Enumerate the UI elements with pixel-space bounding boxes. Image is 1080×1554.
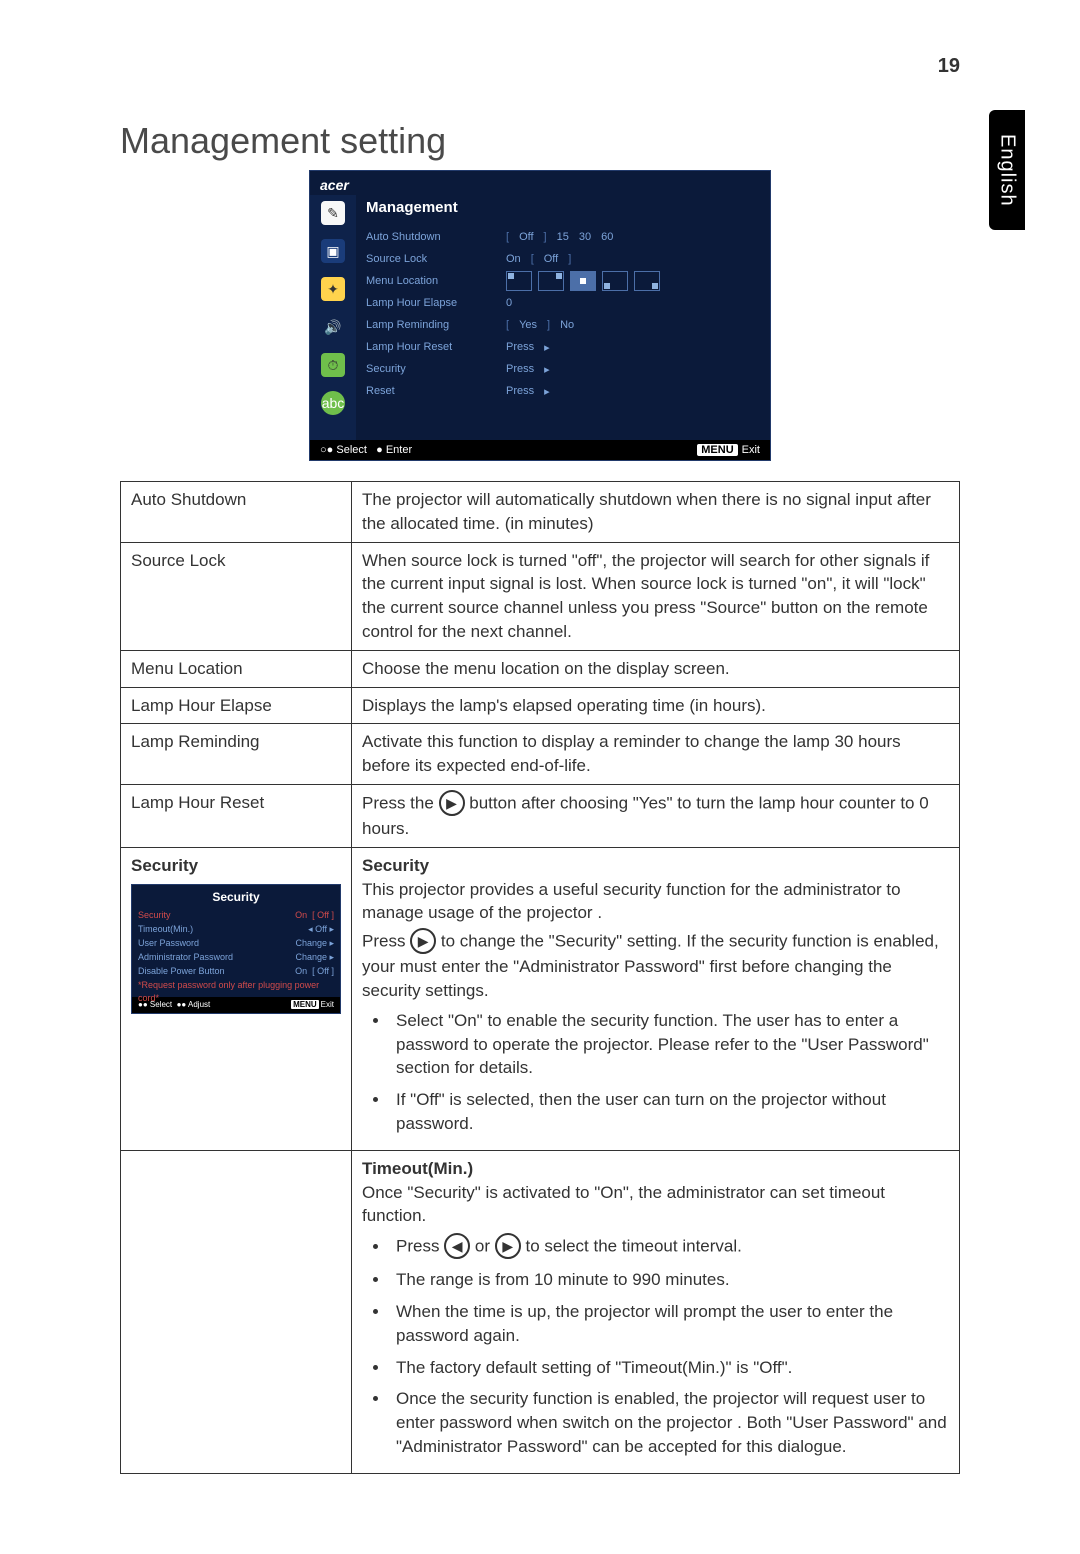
osd-row-label: Lamp Reminding <box>366 319 506 331</box>
right-arrow-icon: ▶ <box>495 1233 521 1259</box>
color-icon: ▣ <box>321 239 345 263</box>
cell-desc: Displays the lamp's elapsed operating ti… <box>352 687 960 724</box>
cell-desc: Press the ▶ button after choosing "Yes" … <box>352 784 960 847</box>
osd-brand: acer <box>310 171 770 195</box>
osd-row-label: Auto Shutdown <box>366 231 506 243</box>
image-icon: ✎ <box>321 201 345 225</box>
list-item: When the time is up, the projector will … <box>390 1300 949 1348</box>
osd-row-label: Lamp Hour Elapse <box>366 297 506 309</box>
osd-row-value: 0 <box>506 297 512 309</box>
list-item: Select "On" to enable the security funct… <box>390 1009 949 1080</box>
cell-label: Security Security SecurityOn [ Off ] Tim… <box>121 847 352 1150</box>
right-arrow-icon: ▶ <box>439 790 465 816</box>
page-number: 19 <box>938 55 960 78</box>
osd-management-menu: acer ✎ ▣ ✦ 🔊 ⏱ abc Management Auto Shutd… <box>309 170 771 461</box>
left-arrow-icon: ◀ <box>444 1233 470 1259</box>
list-item: If "Off" is selected, then the user can … <box>390 1088 949 1136</box>
osd-row-label: Lamp Hour Reset <box>366 341 506 353</box>
osd-row-value: [Yes]No <box>506 319 574 331</box>
osd-row-label: Security <box>366 363 506 375</box>
osd-footer: ○● Select ● Enter MENUExit <box>310 440 770 460</box>
osd-menu-location <box>506 271 660 291</box>
timer-icon: ⏱ <box>321 353 345 377</box>
cell-desc: Choose the menu location on the display … <box>352 650 960 687</box>
osd-heading: Management <box>366 199 760 216</box>
cell-label: Lamp Hour Reset <box>121 784 352 847</box>
osd-row-value: Press▸ <box>506 385 550 398</box>
osd-row-value: Press▸ <box>506 363 550 376</box>
audio-icon: 🔊 <box>321 315 345 339</box>
osd-security-submenu: Security SecurityOn [ Off ] Timeout(Min.… <box>131 884 341 1014</box>
cell-label: Source Lock <box>121 542 352 650</box>
cell-label: Auto Shutdown <box>121 482 352 543</box>
cell-desc: Activate this function to display a remi… <box>352 724 960 785</box>
list-item: Once the security function is enabled, t… <box>390 1387 949 1458</box>
cell-desc: The projector will automatically shutdow… <box>352 482 960 543</box>
cell-desc: Timeout(Min.) Once "Security" is activat… <box>352 1150 960 1473</box>
cell-label: Menu Location <box>121 650 352 687</box>
cell-desc: Security This projector provides a usefu… <box>352 847 960 1150</box>
page-title: Management setting <box>120 120 960 162</box>
osd-row-value: [Off] 153060 <box>506 231 613 243</box>
osd-row-label: Reset <box>366 385 506 397</box>
list-item: The range is from 10 minute to 990 minut… <box>390 1268 949 1292</box>
cell-label: Lamp Reminding <box>121 724 352 785</box>
settings-table: Auto Shutdown The projector will automat… <box>120 481 960 1474</box>
osd-row-label: Source Lock <box>366 253 506 265</box>
osd-row-value: On[Off] <box>506 253 571 265</box>
list-item: Press ◀ or ▶ to select the timeout inter… <box>390 1234 949 1260</box>
language-tab: English <box>989 110 1025 230</box>
language-icon: abc <box>321 391 345 415</box>
cell-label <box>121 1150 352 1473</box>
management-icon: ✦ <box>321 277 345 301</box>
right-arrow-icon: ▶ <box>410 928 436 954</box>
osd-sidebar: ✎ ▣ ✦ 🔊 ⏱ abc <box>310 195 356 440</box>
cell-desc: When source lock is turned "off", the pr… <box>352 542 960 650</box>
cell-label: Lamp Hour Elapse <box>121 687 352 724</box>
osd-row-value: Press▸ <box>506 341 550 354</box>
osd-row-label: Menu Location <box>366 275 506 287</box>
list-item: The factory default setting of "Timeout(… <box>390 1356 949 1380</box>
